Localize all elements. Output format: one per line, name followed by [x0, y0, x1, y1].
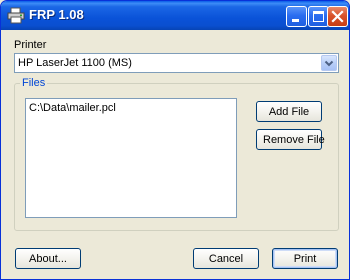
about-button[interactable]: About...	[15, 248, 81, 269]
print-button[interactable]: Print	[272, 248, 338, 269]
maximize-button[interactable]	[308, 6, 329, 27]
cancel-button[interactable]: Cancel	[193, 248, 259, 269]
title-bar[interactable]: FRP 1.08	[1, 1, 349, 30]
close-button[interactable]	[327, 6, 348, 27]
printer-dropdown[interactable]: HP LaserJet 1100 (MS)	[14, 53, 339, 73]
app-window: FRP 1.08 Printer HP LaserJet 1100 (MS) F…	[0, 0, 350, 280]
chevron-down-icon	[324, 60, 334, 67]
remove-file-button[interactable]: Remove File	[256, 129, 325, 150]
add-file-button[interactable]: Add File	[256, 101, 322, 122]
printer-label: Printer	[14, 39, 47, 51]
minimize-button[interactable]	[286, 6, 307, 27]
list-item[interactable]: C:\Data\mailer.pcl	[29, 102, 116, 114]
close-icon	[331, 10, 344, 23]
window-title: FRP 1.08	[29, 7, 84, 22]
files-listbox[interactable]: C:\Data\mailer.pcl	[25, 98, 237, 218]
printer-icon[interactable]	[7, 7, 25, 24]
maximize-icon	[313, 11, 324, 22]
dropdown-arrow-button[interactable]	[321, 55, 337, 71]
printer-dropdown-value: HP LaserJet 1100 (MS)	[18, 57, 132, 69]
files-group-label: Files	[20, 77, 48, 89]
minimize-icon	[292, 19, 299, 22]
